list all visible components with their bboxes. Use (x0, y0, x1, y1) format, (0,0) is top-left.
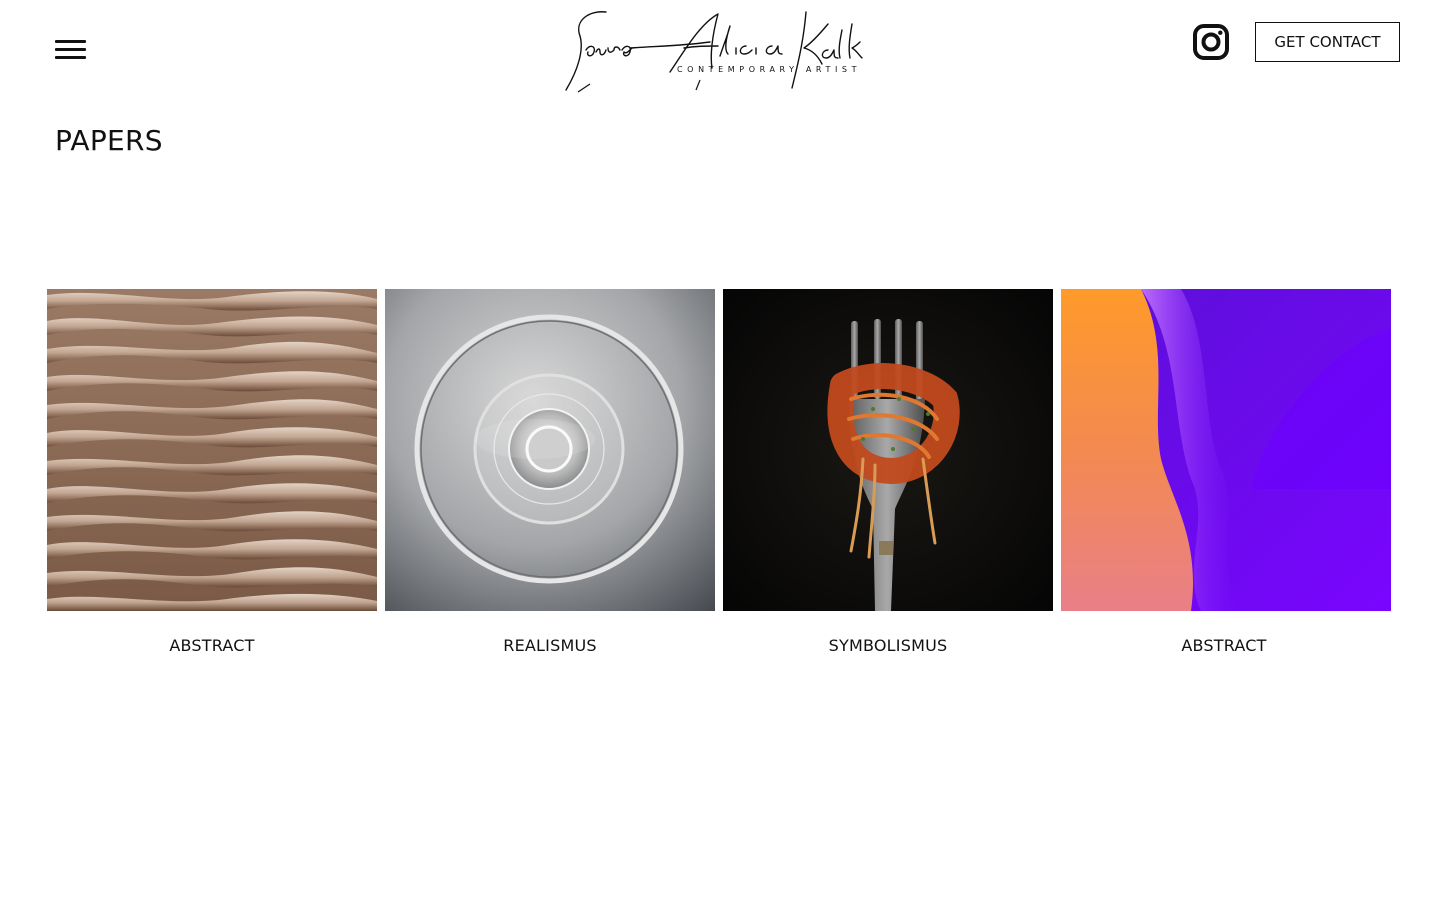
gallery-caption[interactable]: REALISMUS (385, 636, 715, 655)
gallery-image-brown-wave-relief[interactable] (47, 289, 377, 611)
hamburger-menu-icon[interactable] (55, 38, 86, 62)
gallery-caption[interactable]: ABSTRACT (47, 636, 377, 655)
gallery-caption[interactable]: ABSTRACT (1059, 636, 1389, 655)
gallery-image-purple-orange-gradient[interactable] (1061, 289, 1391, 611)
signature-logo-graphic (565, 11, 863, 93)
gallery-caption[interactable]: SYMBOLISMUS (723, 636, 1053, 655)
gallery-image-grey-glass-circles[interactable] (385, 289, 715, 611)
get-contact-button[interactable]: GET CONTACT (1255, 22, 1400, 62)
site-logo[interactable]: CONTEMPORARY ARTIST (560, 6, 882, 94)
gallery-image-fork-with-spaghetti[interactable] (723, 289, 1053, 611)
logo-subtitle: CONTEMPORARY ARTIST (677, 65, 862, 74)
site-header: CONTEMPORARY ARTIST GET CONTACT (0, 0, 1440, 100)
page-title: PAPERS (55, 124, 163, 157)
instagram-icon[interactable] (1192, 23, 1230, 61)
